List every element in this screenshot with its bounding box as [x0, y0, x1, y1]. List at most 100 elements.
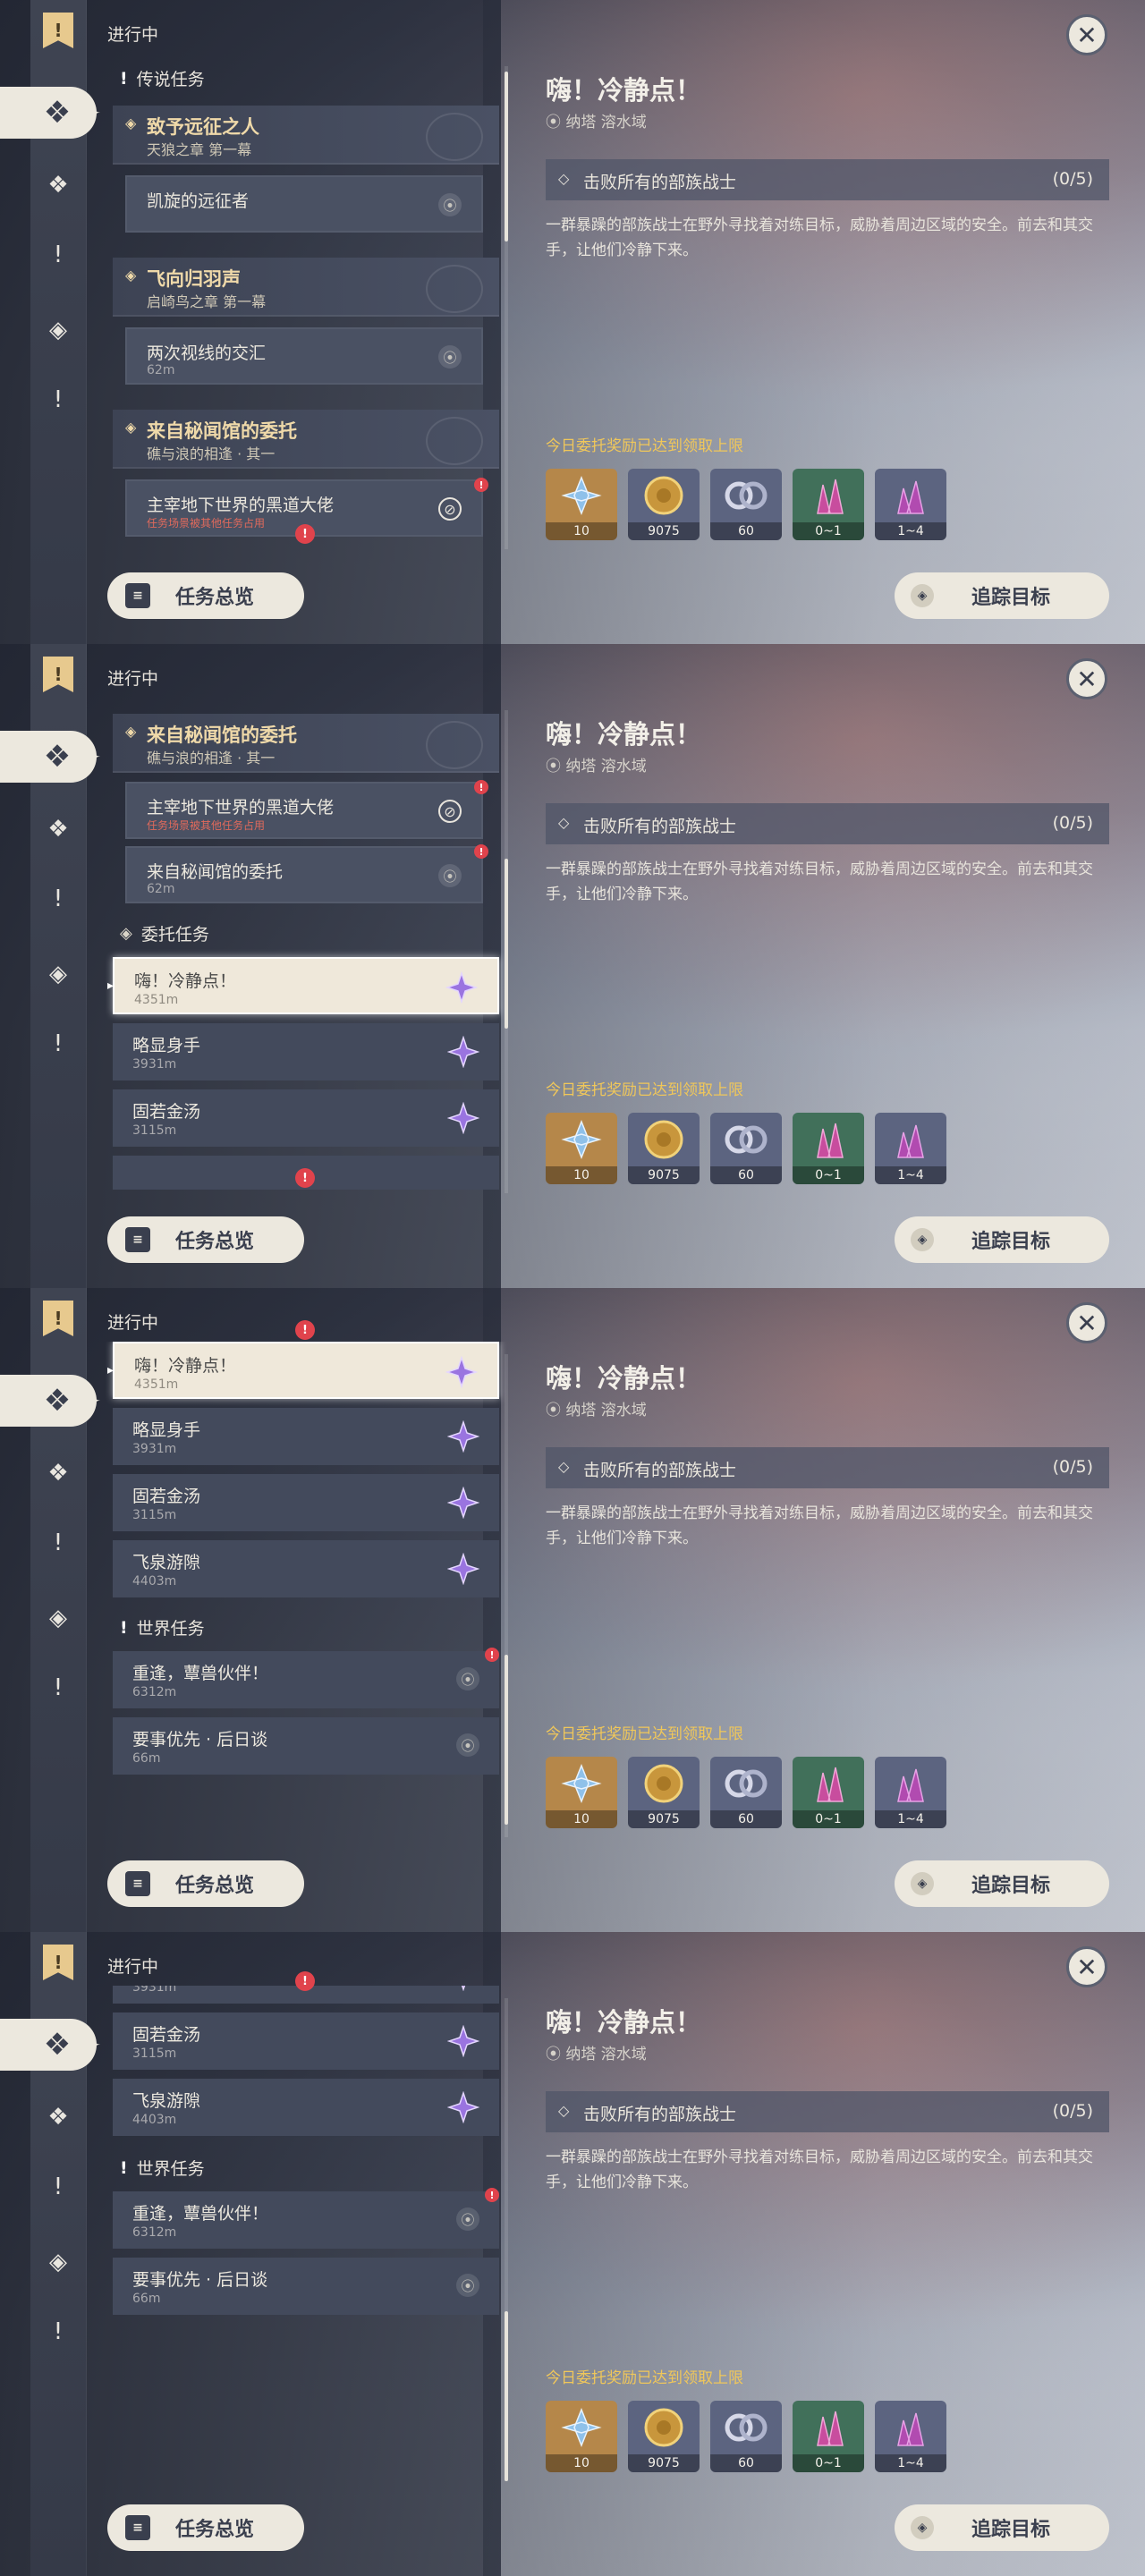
archon-quest-icon[interactable]: ❖: [0, 87, 97, 139]
shell-emblem-icon: [426, 417, 483, 465]
companionship-exp-icon[interactable]: 60: [710, 469, 782, 540]
mora-icon[interactable]: 9075: [628, 1113, 700, 1184]
quest-description: 一群暴躁的部族战士在野外寻找着对练目标，威胁着周边区域的安全。前去和其交手，让他…: [546, 2148, 1093, 2191]
event-quest-icon[interactable]: !: [39, 1025, 77, 1063]
diamond-icon: ◈: [911, 1872, 934, 1895]
companionship-exp-icon[interactable]: 60: [710, 1113, 782, 1184]
primogem-icon[interactable]: 10: [546, 469, 617, 540]
mystic-ore-icon[interactable]: 1~4: [875, 469, 946, 540]
quest-list: 略显身手 3931m 固若金汤 3115m 飞泉游隙 4403m ! 世界任务 …: [106, 1986, 508, 2478]
track-target-button[interactable]: ◈ 追踪目标: [895, 572, 1109, 619]
event-quest-icon[interactable]: !: [39, 381, 77, 419]
track-target-button[interactable]: ◈ 追踪目标: [895, 1216, 1109, 1263]
objective-row: ◇ 击败所有的部族战士 (0/5): [546, 2091, 1109, 2132]
commission-item-selected[interactable]: ▸ 嗨！冷静点！ 4351m: [107, 957, 499, 1014]
world-quest-item[interactable]: 要事优先 · 后日谈 66m ⦿: [113, 2258, 499, 2315]
scrollbar-thumb[interactable]: [505, 2311, 508, 2481]
reward-list: 10 9075 60 0~1 1~4: [546, 2401, 946, 2472]
quest-task-card[interactable]: 两次视线的交汇 62m ⦿: [125, 327, 483, 385]
track-target-button[interactable]: ◈ 追踪目标: [895, 1860, 1109, 1907]
event-quest-icon[interactable]: !: [39, 1669, 77, 1707]
scrollbar-thumb[interactable]: [505, 72, 508, 242]
alert-badge-icon: !: [485, 1648, 499, 1662]
commission-item[interactable]: 固若金汤 3115m: [113, 1089, 499, 1147]
archon-quest-header[interactable]: ◈ 致予远征之人 天狼之章 第一幕: [113, 106, 499, 165]
archon-quest-icon[interactable]: ❖: [0, 1375, 97, 1427]
archon-quest-header[interactable]: ◈ 来自秘闻馆的委托 礁与浪的相逢 · 其一: [113, 410, 499, 469]
commission-star-icon: [445, 971, 478, 1004]
commission-icon[interactable]: ◈: [39, 955, 77, 993]
world-quest-icon[interactable]: !: [39, 2168, 77, 2206]
world-quest-icon[interactable]: !: [39, 236, 77, 274]
story-quest-icon[interactable]: ❖: [39, 810, 77, 848]
objective-row: ◇ 击败所有的部族战士 (0/5): [546, 159, 1109, 200]
close-button[interactable]: ✕: [1066, 658, 1107, 699]
commission-star-icon: [447, 2091, 479, 2123]
world-quest-item[interactable]: 重逢，蕈兽伙伴！ 6312m ⦿ !: [113, 1648, 499, 1708]
world-quest-icon[interactable]: !: [39, 1524, 77, 1562]
commission-item[interactable]: 略显身手 3931m: [113, 1023, 499, 1080]
quest-task-card[interactable]: 来自秘闻馆的委托 62m ⦿ !: [125, 844, 488, 903]
commission-icon[interactable]: ◈: [39, 311, 77, 349]
scrollbar-thumb[interactable]: [505, 859, 508, 1029]
ore-crystal-icon[interactable]: 0~1: [793, 469, 864, 540]
commission-icon[interactable]: ◈: [39, 1599, 77, 1637]
close-button[interactable]: ✕: [1066, 14, 1107, 55]
primogem-icon[interactable]: 10: [546, 1113, 617, 1184]
section-world: ! 世界任务: [120, 1617, 205, 1640]
mystic-ore-icon[interactable]: 1~4: [875, 1113, 946, 1184]
alert-badge-icon: !: [474, 478, 488, 492]
commission-item[interactable]: 飞泉游隙 4403m: [113, 1540, 499, 1597]
event-quest-icon[interactable]: !: [39, 2313, 77, 2351]
close-button[interactable]: ✕: [1066, 1302, 1107, 1343]
archon-quest-header[interactable]: ◈ 飞向归羽声 启崎鸟之章 第一幕: [113, 258, 499, 317]
primogem-icon[interactable]: 10: [546, 1757, 617, 1828]
ore-crystal-icon[interactable]: 0~1: [793, 1757, 864, 1828]
archon-quest-icon[interactable]: ❖: [0, 731, 97, 783]
mora-icon[interactable]: 9075: [628, 469, 700, 540]
commission-item[interactable]: 固若金汤 3115m: [113, 2012, 499, 2070]
quest-title: 嗨！冷静点！: [546, 719, 702, 750]
archon-quest-header[interactable]: ◈ 来自秘闻馆的委托 礁与浪的相逢 · 其一: [113, 714, 499, 773]
story-quest-icon[interactable]: ❖: [39, 166, 77, 204]
archon-quest-icon[interactable]: ❖: [0, 2019, 97, 2071]
world-quest-icon[interactable]: !: [39, 880, 77, 918]
companionship-exp-icon[interactable]: 60: [710, 1757, 782, 1828]
diamond-icon: ◈: [125, 419, 137, 436]
close-button[interactable]: ✕: [1066, 1946, 1107, 1987]
commission-star-icon: [447, 1036, 479, 1068]
quest-task-card[interactable]: 主宰地下世界的黑道大佬 任务场景被其他任务占用 ⊘ !: [125, 780, 488, 839]
mora-icon[interactable]: 9075: [628, 2401, 700, 2472]
primogem-icon[interactable]: 10: [546, 2401, 617, 2472]
quest-overview-button[interactable]: ≡ 任务总览: [107, 1216, 304, 1263]
status-label: 进行中: [107, 1313, 159, 1333]
quest-overview-button[interactable]: ≡ 任务总览: [107, 2504, 304, 2551]
world-quest-item[interactable]: 重逢，蕈兽伙伴！ 6312m ⦿ !: [113, 2188, 499, 2249]
world-quest-item[interactable]: 要事优先 · 后日谈 66m ⦿: [113, 1717, 499, 1775]
alert-bubble-icon: !: [295, 1971, 315, 1991]
quest-overview-button[interactable]: ≡ 任务总览: [107, 572, 304, 619]
story-quest-icon[interactable]: ❖: [39, 2098, 77, 2136]
commission-icon[interactable]: ◈: [39, 2243, 77, 2281]
quest-task-card[interactable]: 凯旋的远征者 ⦿: [125, 175, 483, 233]
quest-title: 嗨！冷静点！: [546, 2007, 702, 2038]
bird-emblem-icon: [426, 265, 483, 313]
track-target-button[interactable]: ◈ 追踪目标: [895, 2504, 1109, 2551]
ore-crystal-icon[interactable]: 0~1: [793, 2401, 864, 2472]
quest-title: 嗨！冷静点！: [546, 1363, 702, 1394]
mystic-ore-icon[interactable]: 1~4: [875, 1757, 946, 1828]
commission-item[interactable]: 略显身手 3931m: [113, 1408, 499, 1465]
mystic-ore-icon[interactable]: 1~4: [875, 2401, 946, 2472]
quest-overview-button[interactable]: ≡ 任务总览: [107, 1860, 304, 1907]
companionship-exp-icon[interactable]: 60: [710, 2401, 782, 2472]
reward-limit-notice: 今日委托奖励已达到领取上限: [546, 2369, 743, 2387]
story-quest-icon[interactable]: ❖: [39, 1454, 77, 1492]
scrollbar-thumb[interactable]: [505, 1655, 508, 1825]
ore-crystal-icon[interactable]: 0~1: [793, 1113, 864, 1184]
commission-item[interactable]: 固若金汤 3115m: [113, 1474, 499, 1531]
mora-icon[interactable]: 9075: [628, 1757, 700, 1828]
commission-item-selected[interactable]: ▸ 嗨！冷静点！ 4351m: [107, 1342, 499, 1399]
reward-limit-notice: 今日委托奖励已达到领取上限: [546, 1081, 743, 1099]
commission-item[interactable]: 飞泉游隙 4403m: [113, 2079, 499, 2136]
quest-list: ▸ 嗨！冷静点！ 4351m 略显身手 3931m 固若金汤 3115m 飞泉游…: [106, 1342, 508, 1834]
